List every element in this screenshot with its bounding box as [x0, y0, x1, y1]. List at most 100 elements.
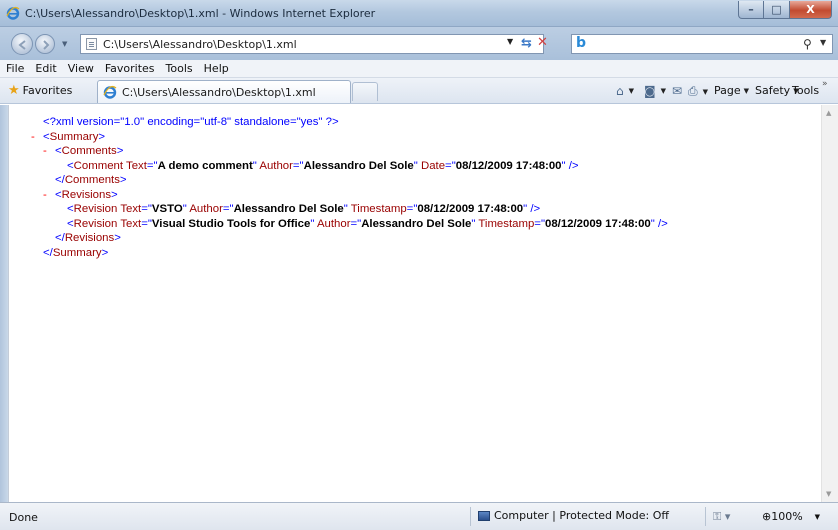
navigation-bar: ▼ C:\Users\Alessandro\Desktop\1.xml ▼ ⇆ … — [0, 27, 838, 60]
revisions-close-tag: Revisions — [64, 232, 115, 244]
window-title: C:\Users\Alessandro\Desktop\1.xml - Wind… — [25, 7, 376, 20]
page-menu-button[interactable]: Page ▼ — [714, 84, 749, 97]
comments-open-line: - <Comments> — [43, 144, 124, 159]
zone-label: Computer | Protected Mode: Off — [494, 509, 669, 522]
protected-mode-dropdown-icon[interactable]: ⚿ ▾ — [713, 510, 730, 524]
print-icon: ⎙ — [688, 84, 698, 98]
revisions-close-line: </Revisions> — [55, 232, 121, 244]
revision-tag: Revision — [73, 217, 118, 230]
xml-tree: <?xml version="1.0" encoding="utf-8" sta… — [31, 115, 668, 260]
zoom-level: 100% — [771, 510, 803, 523]
menu-tools[interactable]: Tools — [166, 62, 193, 75]
address-field[interactable]: C:\Users\Alessandro\Desktop\1.xml ▼ ⇆ ✕ — [80, 34, 548, 54]
feeds-button[interactable]: ◙ ▼ — [644, 84, 666, 98]
ie-logo-icon — [6, 6, 20, 20]
menu-view[interactable]: View — [68, 62, 94, 75]
title-bar: C:\Users\Alessandro\Desktop\1.xml - Wind… — [0, 0, 838, 27]
search-icon[interactable]: ⚲ — [803, 37, 812, 51]
tools-menu-button[interactable]: Tools — [792, 84, 819, 97]
menu-file[interactable]: File — [6, 62, 24, 75]
address-url[interactable]: C:\Users\Alessandro\Desktop\1.xml — [103, 38, 297, 51]
comment-author-value: Alessandro Del Sole — [303, 159, 414, 172]
favorites-bar: ★ Favorites C:\Users\Alessandro\Desktop\… — [0, 78, 838, 104]
attr-name-timestamp: Timestamp — [350, 203, 407, 215]
recent-pages-dropdown-icon[interactable]: ▼ — [62, 40, 67, 48]
search-options-dropdown-icon[interactable]: ▼ — [820, 38, 826, 47]
bing-icon: b — [576, 35, 587, 51]
mail-icon: ✉ — [672, 84, 683, 98]
menu-bar: File Edit View Favorites Tools Help — [0, 60, 838, 78]
scroll-up-arrow-icon[interactable]: ▲ — [826, 109, 831, 117]
comments-tag: Comments — [61, 145, 117, 157]
summary-open-line: - <Summary> — [31, 130, 106, 145]
rss-feed-icon: ◙ — [644, 84, 656, 98]
back-arrow-icon — [18, 40, 26, 50]
back-button[interactable] — [11, 33, 33, 55]
close-icon: X — [806, 3, 815, 16]
address-dropdown-icon[interactable]: ▼ — [507, 37, 513, 46]
zoom-icon: ⊕ — [762, 510, 772, 523]
page-icon — [86, 38, 97, 50]
xml-declaration-line: <?xml version="1.0" encoding="utf-8" sta… — [31, 115, 668, 130]
scroll-down-arrow-icon[interactable]: ▼ — [826, 490, 831, 498]
chevron-down-icon: ▼ — [743, 86, 750, 95]
favorites-star-icon: ★ — [8, 83, 20, 98]
revisions-open-line: - <Revisions> — [43, 188, 118, 203]
refresh-icon[interactable]: ⇆ — [521, 36, 532, 51]
collapse-summary-toggle[interactable]: - — [31, 130, 43, 145]
ie-logo-icon — [103, 85, 117, 99]
revision-element-line: <Revision Text="VSTO" Author="Alessandro… — [67, 203, 541, 215]
maximize-icon: □ — [771, 3, 782, 16]
maximize-button[interactable]: □ — [764, 1, 790, 19]
revision-2-author-value: Alessandro Del Sole — [361, 217, 472, 230]
comments-close-tag: Comments — [64, 174, 120, 186]
home-icon: ⌂ — [616, 84, 624, 98]
chevron-down-icon: ▼ — [660, 87, 667, 95]
attr-name-date: Date — [420, 159, 446, 172]
collapse-revisions-toggle[interactable]: - — [43, 188, 55, 203]
vertical-scrollbar[interactable]: ▲ ▼ — [821, 105, 838, 502]
stop-icon[interactable]: ✕ — [537, 35, 548, 50]
comment-date-value: 08/12/2009 17:48:00 — [455, 159, 562, 172]
summary-tag: Summary — [49, 130, 99, 143]
status-bar: Done Computer | Protected Mode: Off ⚿ ▾ … — [0, 502, 838, 530]
comments-close-line: </Comments> — [55, 174, 127, 186]
browser-tab[interactable]: C:\Users\Alessandro\Desktop\1.xml — [97, 80, 351, 103]
minimize-button[interactable]: – — [738, 1, 764, 19]
more-commands-chevron-icon[interactable]: » — [822, 79, 828, 89]
comment-text-value: A demo comment — [157, 159, 253, 172]
comment-element-line: <Comment Text="A demo comment" Author="A… — [67, 159, 579, 172]
safety-menu-label: Safety — [755, 84, 791, 97]
menu-edit[interactable]: Edit — [35, 62, 56, 75]
comment-tag: Comment — [73, 159, 124, 172]
menu-favorites[interactable]: Favorites — [105, 62, 155, 75]
attr-name-text: Text — [120, 203, 142, 215]
collapse-comments-toggle[interactable]: - — [43, 144, 55, 159]
forward-arrow-icon — [43, 40, 50, 50]
favorites-label: Favorites — [22, 84, 73, 97]
close-button[interactable]: X — [790, 1, 832, 19]
zoom-control[interactable]: ⊕ 100% ▼ — [762, 510, 820, 523]
attr-name-text: Text — [120, 217, 142, 230]
xml-document-view: <?xml version="1.0" encoding="utf-8" sta… — [8, 105, 821, 502]
favorites-button[interactable]: ★ Favorites — [8, 83, 72, 98]
search-field[interactable]: b ⚲ ▼ — [571, 34, 833, 54]
revision-element-line: <Revision Text="Visual Studio Tools for … — [67, 217, 668, 230]
status-separator — [470, 507, 471, 526]
menu-help[interactable]: Help — [204, 62, 229, 75]
tools-menu-label: Tools — [792, 84, 820, 97]
attr-name-author: Author — [259, 159, 293, 172]
summary-close-tag: Summary — [52, 246, 102, 259]
home-button[interactable]: ⌂ ▼ — [616, 84, 634, 98]
print-button[interactable]: ⎙ ▼ — [688, 84, 708, 99]
revision-2-text-value: Visual Studio Tools for Office — [151, 217, 311, 230]
new-tab-button[interactable] — [352, 82, 378, 101]
attr-name-author: Author — [316, 217, 351, 230]
minimize-icon: – — [748, 3, 754, 16]
read-mail-button[interactable]: ✉ — [672, 84, 684, 98]
forward-button[interactable] — [35, 34, 55, 54]
revision-1-author-value: Alessandro Del Sole — [233, 203, 344, 215]
security-zone[interactable]: Computer | Protected Mode: Off — [478, 509, 669, 522]
page-menu-label: Page — [714, 84, 741, 97]
revision-2-timestamp-value: 08/12/2009 17:48:00 — [545, 217, 651, 230]
